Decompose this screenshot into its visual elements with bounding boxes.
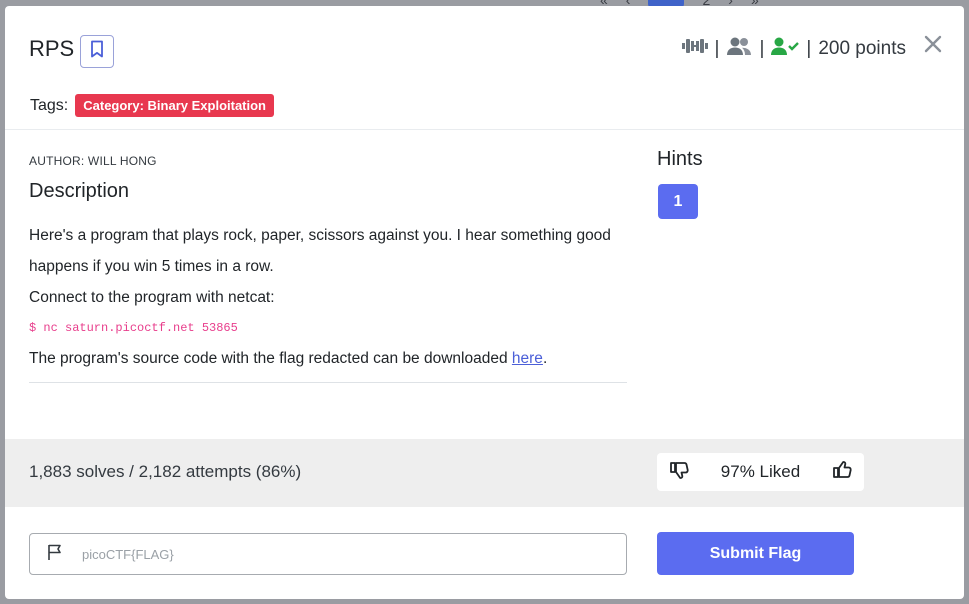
flag-input-wrapper: [29, 533, 627, 575]
hint-button-1[interactable]: 1: [658, 184, 698, 219]
description-line-2: Connect to the program with netcat:: [29, 289, 275, 306]
stats-bar: 1,883 solves / 2,182 attempts (86%) 97% …: [5, 439, 964, 507]
description-line-3: The program's source code with the flag …: [29, 343, 629, 374]
challenge-modal: RPS Tags: Category: Binary Exploitation …: [5, 6, 964, 599]
close-icon: [924, 32, 942, 59]
modal-header: RPS Tags: Category: Binary Exploitation …: [5, 6, 964, 130]
description-divider: [29, 382, 627, 383]
flag-submit-row: Submit Flag: [5, 507, 964, 599]
bookmark-icon: [90, 40, 104, 63]
likes-box: 97% Liked: [657, 453, 864, 491]
challenge-title: RPS: [29, 36, 75, 61]
user-check-icon: [771, 36, 800, 62]
flag-icon: [46, 543, 64, 566]
author-line: AUTHOR: WILL HONG: [29, 154, 157, 168]
thumbs-up-icon[interactable]: [832, 460, 852, 485]
modal-body: AUTHOR: WILL HONG Description Here's a p…: [5, 130, 964, 439]
points-value: 200 points: [818, 38, 906, 59]
users-icon: [726, 36, 752, 62]
tags-row: Tags: Category: Binary Exploitation: [30, 94, 274, 117]
description-line-1: Here's a program that plays rock, paper,…: [29, 227, 611, 275]
flag-input[interactable]: [82, 546, 562, 562]
solves-count: 1,883 solves / 2,182 attempts (86%): [29, 462, 302, 481]
challenge-meta: | | | 200 points: [681, 36, 906, 62]
close-button[interactable]: [924, 34, 942, 58]
category-badge[interactable]: Category: Binary Exploitation: [75, 94, 274, 117]
description-heading: Description: [29, 180, 130, 202]
description-line-3-end: .: [542, 350, 548, 367]
description-line-3-text: The program's source code with the flag …: [29, 350, 512, 367]
hints-heading: Hints: [657, 148, 703, 170]
submit-flag-button[interactable]: Submit Flag: [657, 532, 854, 575]
description-text: Here's a program that plays rock, paper,…: [29, 220, 629, 374]
tags-label: Tags:: [30, 96, 69, 114]
source-download-link[interactable]: here: [512, 350, 543, 367]
bookmark-button[interactable]: [80, 35, 114, 68]
liked-percent: 97% Liked: [720, 462, 801, 481]
netcat-command: $ nc saturn.picoctf.net 53865: [29, 321, 238, 335]
thumbs-down-icon[interactable]: [669, 460, 689, 485]
dumbbell-icon: [681, 37, 708, 61]
